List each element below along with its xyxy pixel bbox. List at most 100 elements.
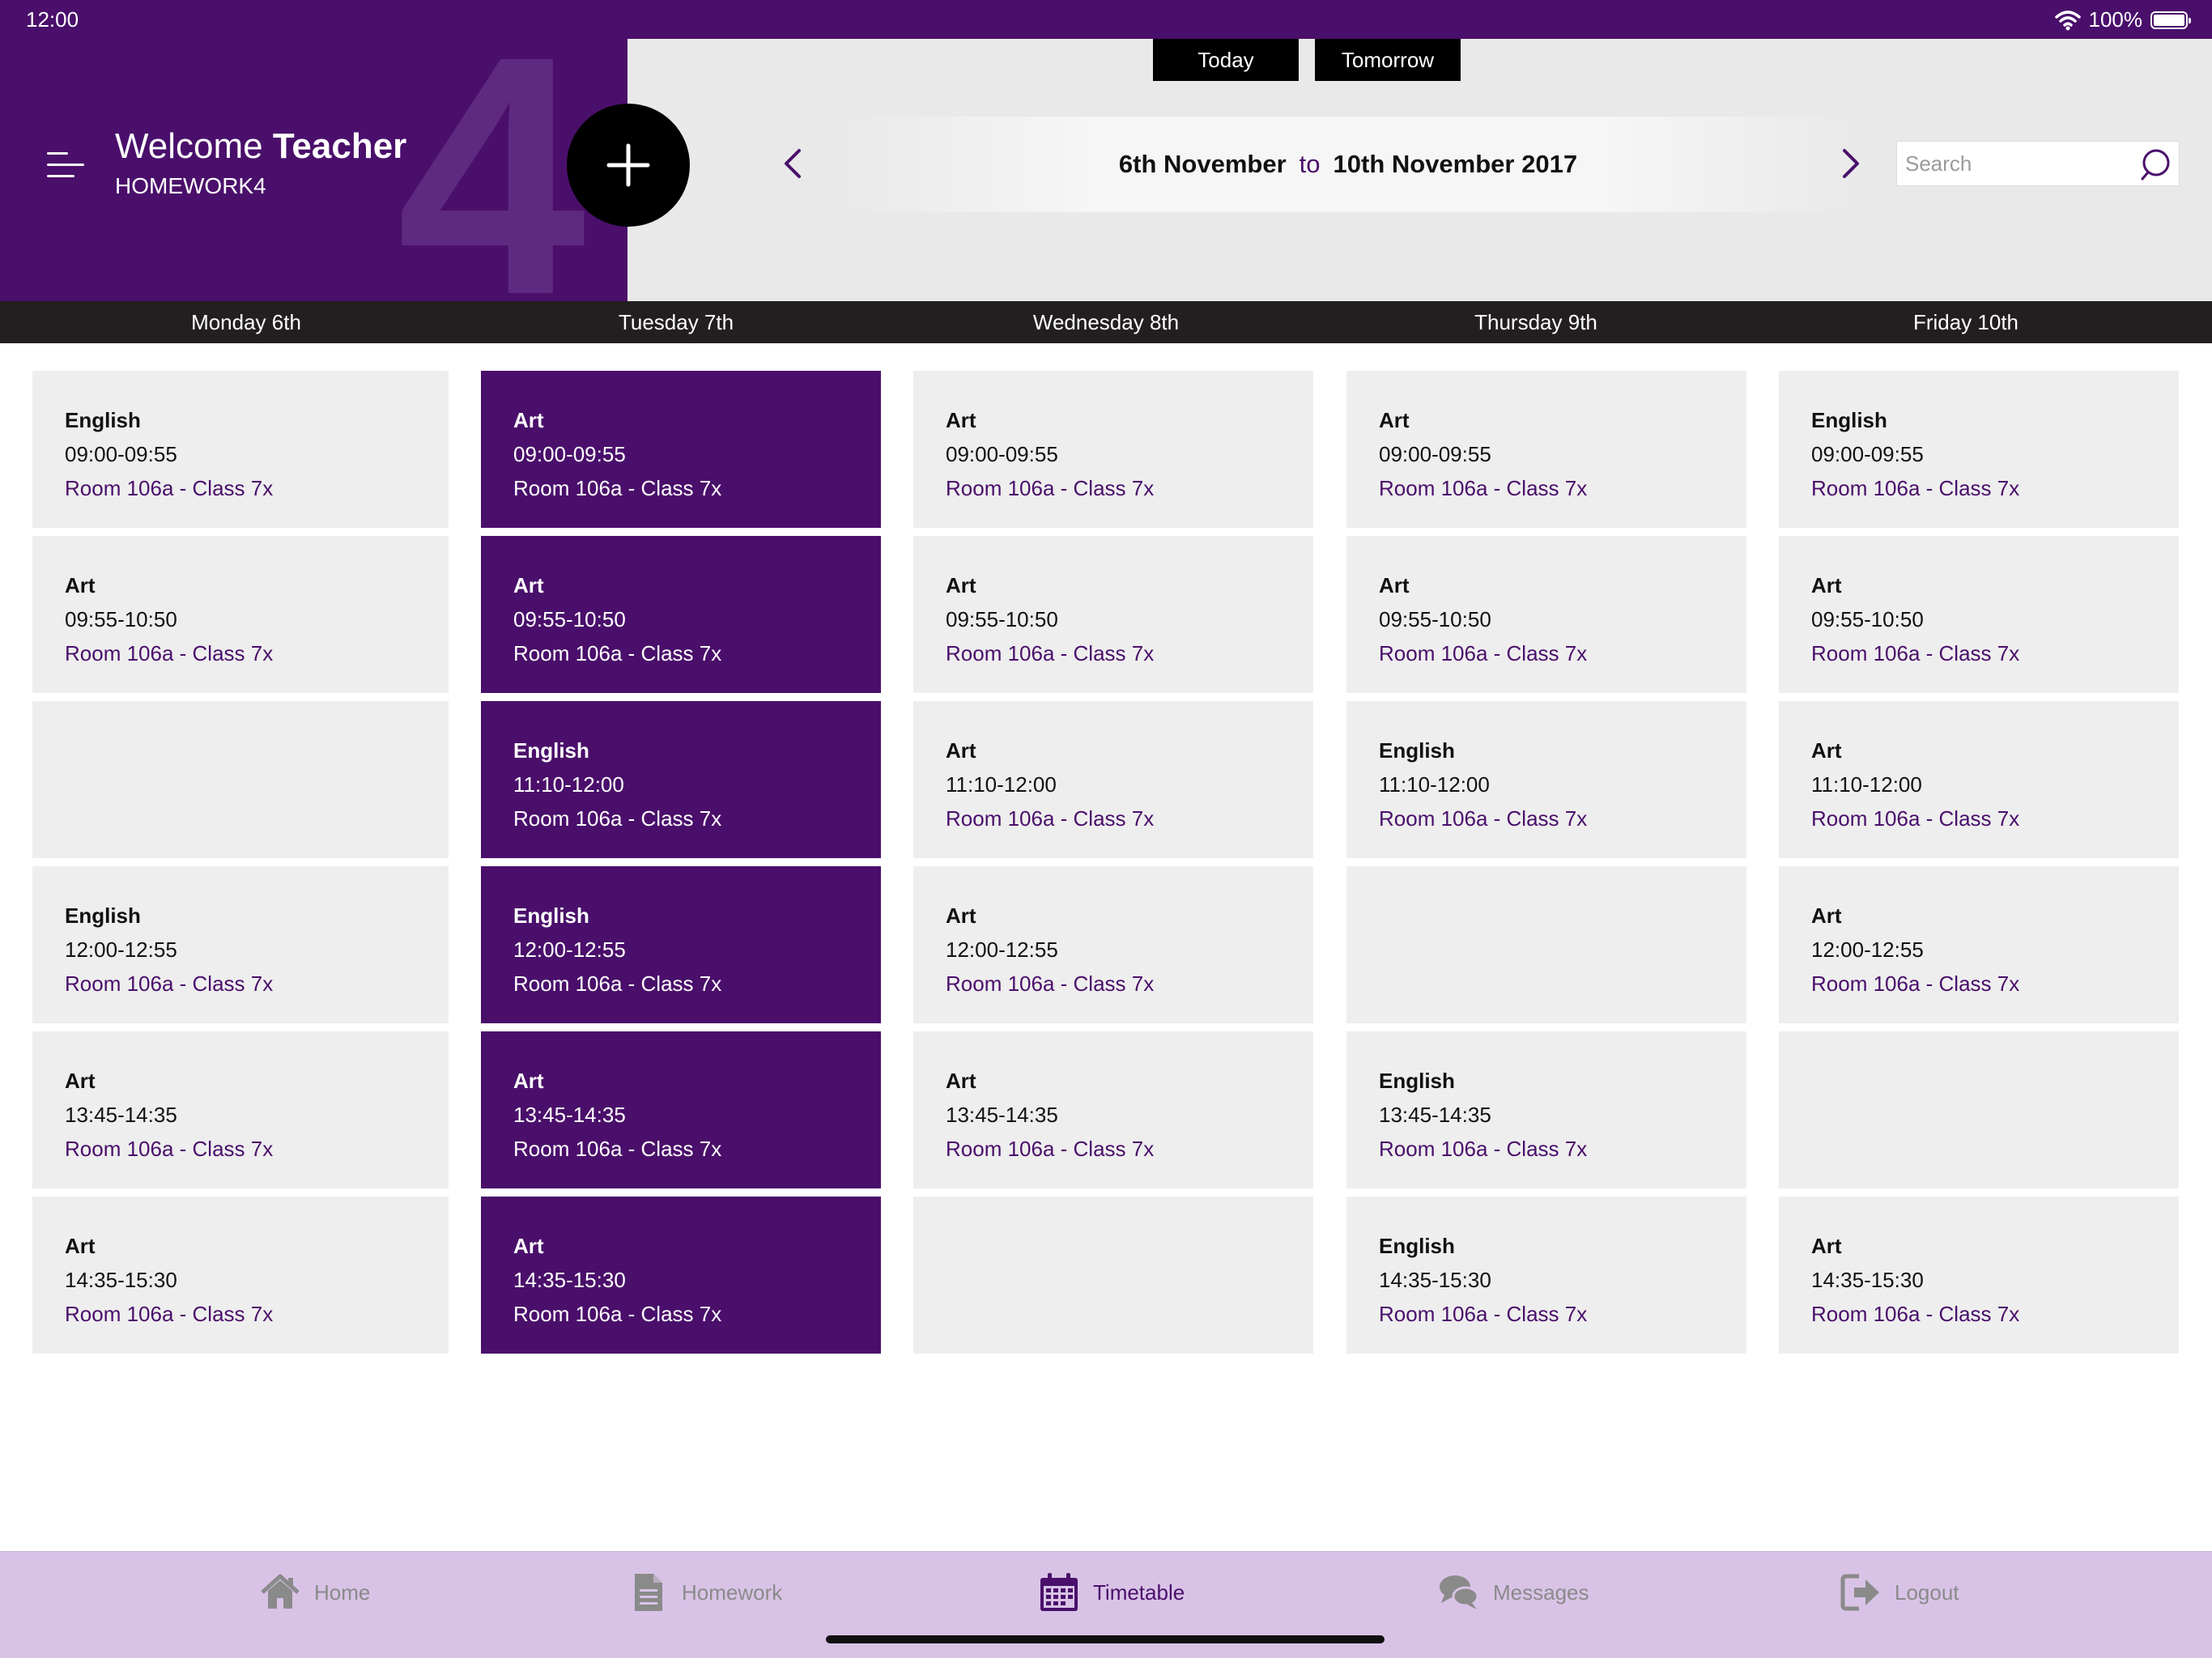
lesson-subject: English [513, 903, 589, 928]
tab-timetable-label: Timetable [1093, 1579, 1185, 1605]
search-icon[interactable] [2138, 147, 2174, 182]
lesson-room: Room 106a - Class 7x [65, 1137, 274, 1161]
lesson-subject: Art [946, 903, 976, 928]
tab-timetable[interactable]: Timetable [1038, 1552, 1185, 1633]
lesson-cell[interactable]: Art 09:55-10:50 Room 106a - Class 7x [32, 536, 449, 693]
lesson-subject: English [1811, 408, 1887, 432]
lesson-time: 13:45-14:35 [65, 1103, 177, 1127]
lesson-cell[interactable]: English 12:00-12:55 Room 106a - Class 7x [481, 866, 881, 1023]
lesson-time: 11:10-12:00 [1811, 772, 1922, 797]
calendar-icon [1040, 1573, 1078, 1611]
welcome-prefix: Welcome [115, 126, 263, 166]
lesson-room: Room 106a - Class 7x [946, 806, 1155, 831]
lesson-room: Room 106a - Class 7x [946, 971, 1155, 996]
lesson-cell[interactable]: English 13:45-14:35 Room 106a - Class 7x [1346, 1031, 1746, 1188]
date-range: 6th November to 10th November 2017 [838, 117, 1858, 212]
day-header: Thursday 9th [1474, 309, 1597, 334]
lesson-room: Room 106a - Class 7x [1379, 806, 1588, 831]
lesson-cell[interactable]: Art 13:45-14:35 Room 106a - Class 7x [32, 1031, 449, 1188]
lesson-time: 09:55-10:50 [1379, 607, 1491, 631]
tab-homework[interactable]: Homework [627, 1552, 782, 1633]
lesson-cell[interactable]: Art 13:45-14:35 Room 106a - Class 7x [913, 1031, 1313, 1188]
lesson-room: Room 106a - Class 7x [1811, 641, 2020, 665]
lesson-time: 13:45-14:35 [946, 1103, 1058, 1127]
lesson-time: 12:00-12:55 [946, 937, 1058, 962]
lesson-cell[interactable]: Art 14:35-15:30 Room 106a - Class 7x [32, 1197, 449, 1354]
lesson-room: Room 106a - Class 7x [65, 971, 274, 996]
lesson-cell[interactable]: Art 11:10-12:00 Room 106a - Class 7x [1779, 701, 2179, 858]
empty-slot [1346, 866, 1746, 1023]
lesson-subject: Art [1811, 903, 1842, 928]
lesson-time: 09:55-10:50 [513, 607, 626, 631]
lesson-subject: English [1379, 1069, 1455, 1093]
lesson-cell[interactable]: English 12:00-12:55 Room 106a - Class 7x [32, 866, 449, 1023]
lesson-cell[interactable]: Art 09:55-10:50 Room 106a - Class 7x [913, 536, 1313, 693]
search-input[interactable] [1897, 142, 2132, 185]
lesson-subject: Art [513, 1069, 544, 1093]
tomorrow-button[interactable]: Tomorrow [1315, 39, 1461, 81]
chevron-left-icon[interactable] [775, 144, 814, 183]
lesson-cell[interactable]: Art 12:00-12:55 Room 106a - Class 7x [1779, 866, 2179, 1023]
lesson-cell[interactable]: English 11:10-12:00 Room 106a - Class 7x [481, 701, 881, 858]
status-bar: 12:00 100% [0, 0, 2212, 39]
lesson-subject: Art [513, 408, 544, 432]
lesson-time: 12:00-12:55 [1811, 937, 1924, 962]
lesson-room: Room 106a - Class 7x [513, 1137, 722, 1161]
tab-logout[interactable]: Logout [1840, 1552, 1959, 1633]
tab-messages[interactable]: Messages [1438, 1552, 1589, 1633]
lesson-subject: Art [946, 573, 976, 597]
home-indicator[interactable] [826, 1635, 1385, 1643]
welcome-heading: Welcome Teacher [115, 126, 406, 167]
lesson-subject: Art [1811, 1234, 1842, 1258]
lesson-cell[interactable]: Art 14:35-15:30 Room 106a - Class 7x [481, 1197, 881, 1354]
lesson-cell[interactable]: Art 09:55-10:50 Room 106a - Class 7x [1346, 536, 1746, 693]
lesson-subject: English [513, 738, 589, 763]
lesson-subject: Art [513, 573, 544, 597]
lesson-subject: Art [1811, 738, 1842, 763]
lesson-cell[interactable]: Art 09:55-10:50 Room 106a - Class 7x [1779, 536, 2179, 693]
lesson-time: 13:45-14:35 [513, 1103, 626, 1127]
lesson-cell[interactable]: English 09:00-09:55 Room 106a - Class 7x [1779, 371, 2179, 528]
lesson-room: Room 106a - Class 7x [513, 476, 722, 500]
lesson-time: 09:00-09:55 [1811, 442, 1924, 466]
lesson-time: 09:00-09:55 [946, 442, 1058, 466]
lesson-time: 14:35-15:30 [1379, 1268, 1491, 1292]
lesson-cell[interactable]: English 09:00-09:55 Room 106a - Class 7x [32, 371, 449, 528]
lesson-cell[interactable]: Art 13:45-14:35 Room 106a - Class 7x [481, 1031, 881, 1188]
chevron-right-icon[interactable] [1830, 144, 1869, 183]
lesson-cell[interactable]: English 14:35-15:30 Room 106a - Class 7x [1346, 1197, 1746, 1354]
tab-home[interactable]: Home [259, 1552, 370, 1633]
lesson-cell[interactable]: English 11:10-12:00 Room 106a - Class 7x [1346, 701, 1746, 858]
lesson-cell[interactable]: Art 09:00-09:55 Room 106a - Class 7x [913, 371, 1313, 528]
lesson-cell[interactable]: Art 09:00-09:55 Room 106a - Class 7x [1346, 371, 1746, 528]
lesson-room: Room 106a - Class 7x [1811, 476, 2020, 500]
lesson-room: Room 106a - Class 7x [946, 641, 1155, 665]
tab-home-label: Home [314, 1579, 371, 1605]
lesson-room: Room 106a - Class 7x [1379, 641, 1588, 665]
add-button[interactable] [567, 104, 690, 227]
empty-slot [32, 701, 449, 858]
lesson-subject: English [65, 408, 141, 432]
lesson-cell[interactable]: Art 11:10-12:00 Room 106a - Class 7x [913, 701, 1313, 858]
empty-slot [913, 1197, 1313, 1354]
lesson-cell[interactable]: Art 14:35-15:30 Room 106a - Class 7x [1779, 1197, 2179, 1354]
brand-numeral: 4 [397, 39, 586, 301]
welcome-name: Teacher [272, 126, 407, 166]
wifi-icon [2054, 10, 2081, 30]
date-range-end: 10th November 2017 [1333, 150, 1578, 178]
lesson-time: 12:00-12:55 [65, 937, 177, 962]
lesson-subject: Art [946, 408, 976, 432]
battery-icon [2150, 11, 2191, 29]
lesson-time: 11:10-12:00 [946, 772, 1057, 797]
lesson-cell[interactable]: Art 09:00-09:55 Room 106a - Class 7x [481, 371, 881, 528]
lesson-room: Room 106a - Class 7x [1811, 1302, 2020, 1326]
lesson-subject: Art [65, 1069, 96, 1093]
lesson-room: Room 106a - Class 7x [1379, 1302, 1588, 1326]
lesson-room: Room 106a - Class 7x [513, 641, 722, 665]
today-button[interactable]: Today [1153, 39, 1299, 81]
lesson-cell[interactable]: Art 09:55-10:50 Room 106a - Class 7x [481, 536, 881, 693]
menu-icon[interactable] [47, 151, 84, 180]
lesson-cell[interactable]: Art 12:00-12:55 Room 106a - Class 7x [913, 866, 1313, 1023]
lesson-time: 09:00-09:55 [513, 442, 626, 466]
lesson-subject: Art [946, 1069, 976, 1093]
